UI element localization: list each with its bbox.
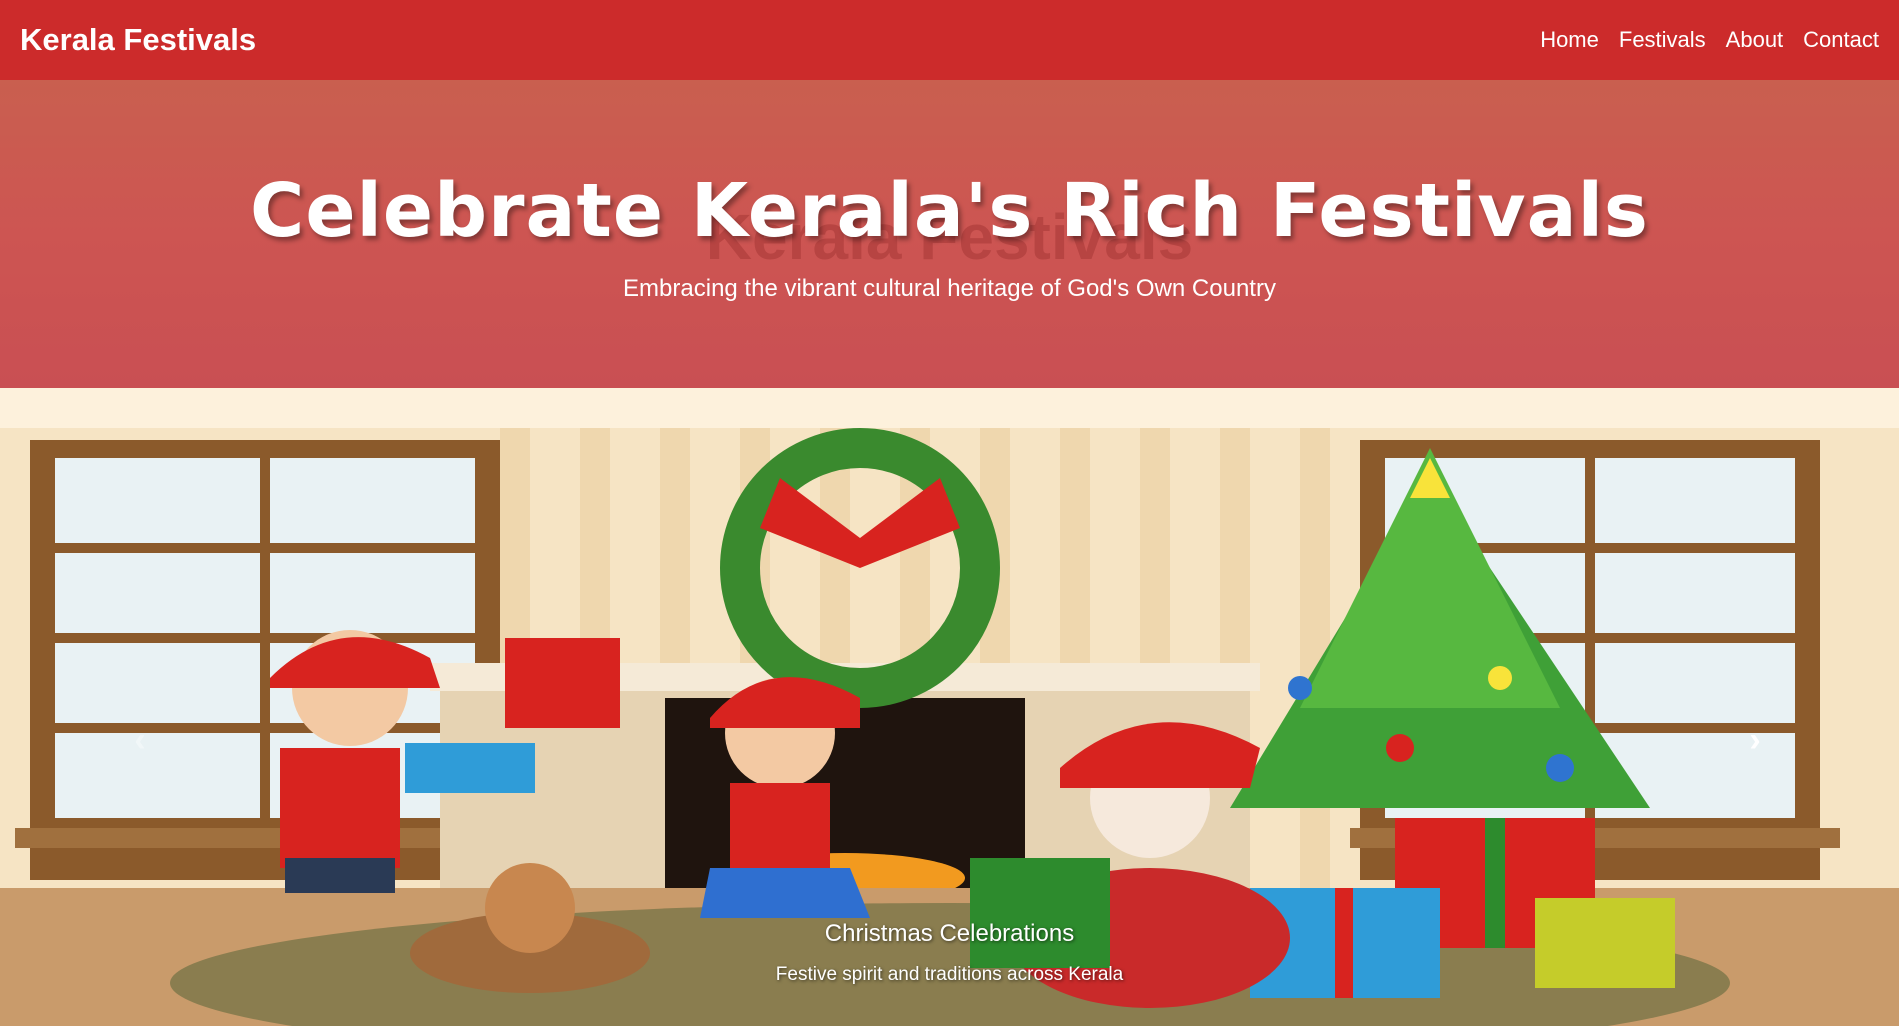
nav-link-contact[interactable]: Contact [1803,27,1879,53]
carousel-next-icon[interactable]: › [1735,720,1775,760]
nav-link-festivals[interactable]: Festivals [1619,27,1706,53]
slide-caption-title: Christmas Celebrations [824,920,1075,947]
nav-links: Home Festivals About Contact [1540,27,1879,53]
slide-caption-text: Festive spirit and traditions across Ker… [775,964,1124,985]
nav-link-home[interactable]: Home [1540,27,1599,53]
carousel-prev-icon[interactable]: ‹ [120,720,160,760]
hero-subtitle: Embracing the vibrant cultural heritage … [623,275,1276,302]
brand-logo[interactable]: Kerala Festivals [20,22,256,58]
navbar: Kerala Festivals Home Festivals About Co… [0,0,1899,80]
hero-title: Celebrate Kerala's Rich Festivals [250,168,1649,254]
hero-banner: Kerala Festivals Celebrate Kerala's Rich… [0,80,1899,388]
nav-link-about[interactable]: About [1726,27,1784,53]
festival-carousel: ‹ › Christmas Celebrations Festive spiri… [0,388,1899,1026]
